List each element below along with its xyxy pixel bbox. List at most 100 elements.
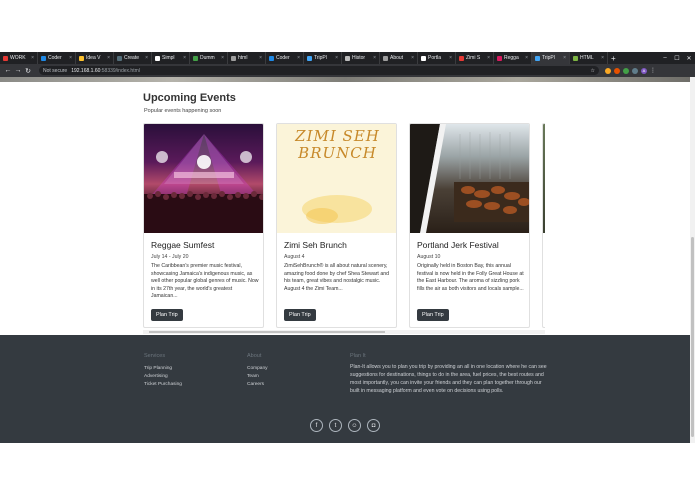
tab-favicon-icon bbox=[459, 55, 464, 61]
forward-icon[interactable]: → bbox=[13, 67, 23, 74]
tab-favicon-icon bbox=[383, 55, 388, 61]
plan-trip-button[interactable]: Plan Trip bbox=[151, 309, 183, 321]
carousel-scroll-thumb[interactable] bbox=[149, 331, 385, 333]
footer-link-advertising[interactable]: Advertising bbox=[144, 374, 168, 379]
browser-tab[interactable]: WORK × bbox=[0, 52, 38, 64]
bottom-whitespace bbox=[0, 443, 695, 494]
footer-link-ticket-purchasing[interactable]: Ticket Purchasing bbox=[144, 382, 182, 387]
browser-tab[interactable]: Create × bbox=[114, 52, 152, 64]
browser-tab[interactable]: About × bbox=[380, 52, 418, 64]
browser-tab-bar: WORK × Coder × Idea V × Create × Simpl × Dumm × html… bbox=[0, 52, 695, 64]
footer: Services Trip Planning Advertising Ticke… bbox=[0, 335, 690, 443]
extension-icon[interactable] bbox=[623, 67, 629, 74]
event-card: Portland Jerk Festival August 10 Origina… bbox=[409, 123, 530, 328]
tab-favicon-icon bbox=[307, 55, 312, 61]
footer-about-title: About bbox=[247, 353, 262, 359]
browser-tab[interactable]: Idea V × bbox=[76, 52, 114, 64]
tab-close-icon[interactable]: × bbox=[485, 55, 490, 61]
tab-favicon-icon bbox=[155, 55, 160, 61]
footer-link-team[interactable]: Team bbox=[247, 374, 259, 379]
browser-tab[interactable]: TripPl × bbox=[532, 52, 570, 64]
browser-menu-icon[interactable]: ⋮ bbox=[650, 67, 656, 74]
browser-tab[interactable]: Coder × bbox=[38, 52, 76, 64]
browser-tab[interactable]: Simpl × bbox=[152, 52, 190, 64]
tab-label: Portla bbox=[428, 55, 442, 61]
tab-label: TripPl bbox=[314, 55, 327, 61]
browser-tab[interactable]: Zimi S × bbox=[456, 52, 494, 64]
footer-link-trip-planning[interactable]: Trip Planning bbox=[144, 366, 172, 371]
event-card-partial bbox=[542, 123, 545, 328]
tab-close-icon[interactable]: × bbox=[105, 55, 110, 61]
tab-close-icon[interactable]: × bbox=[181, 55, 186, 61]
browser-tab[interactable]: Dumm × bbox=[190, 52, 228, 64]
tab-close-icon[interactable]: × bbox=[523, 55, 528, 61]
tab-close-icon[interactable]: × bbox=[561, 55, 566, 61]
footer-services-title: Services bbox=[144, 353, 166, 359]
event-image-jerk bbox=[410, 124, 529, 233]
tab-close-icon[interactable]: × bbox=[371, 55, 376, 61]
tab-close-icon[interactable]: × bbox=[67, 55, 72, 61]
tab-label: Regga bbox=[504, 55, 519, 61]
twitter-icon[interactable]: t bbox=[329, 419, 342, 432]
page-scroll-thumb[interactable] bbox=[691, 237, 694, 437]
plan-trip-button[interactable]: Plan Trip bbox=[417, 309, 449, 321]
carousel-scrollbar[interactable] bbox=[143, 330, 545, 334]
event-description: The Caribbean's premier music festival, … bbox=[151, 263, 259, 299]
event-description: Originally held in Boston Bay, this annu… bbox=[417, 263, 524, 292]
reload-icon[interactable]: ↻ bbox=[23, 67, 33, 75]
tab-label: html bbox=[238, 55, 248, 61]
tab-close-icon[interactable]: × bbox=[257, 55, 262, 61]
browser-tab[interactable]: Coder × bbox=[266, 52, 304, 64]
browser-tab[interactable]: html × bbox=[228, 52, 266, 64]
event-title: Reggae Sumfest bbox=[151, 240, 215, 250]
url-host: 192.168.1.60 bbox=[71, 67, 101, 74]
tab-label: Simpl bbox=[162, 55, 175, 61]
event-image-partial bbox=[543, 124, 545, 233]
extensions: A ⋮ bbox=[605, 67, 656, 74]
snapchat-icon[interactable]: ☺ bbox=[348, 419, 361, 432]
back-icon[interactable]: ← bbox=[3, 67, 13, 74]
extension-icon[interactable] bbox=[614, 67, 620, 74]
event-title: Portland Jerk Festival bbox=[417, 240, 499, 250]
close-window-icon[interactable]: ✕ bbox=[683, 55, 695, 62]
bookmark-star-icon[interactable]: ☆ bbox=[591, 68, 595, 74]
footer-link-careers[interactable]: Careers bbox=[247, 382, 264, 387]
extension-icon[interactable] bbox=[632, 67, 638, 74]
minimize-icon[interactable]: – bbox=[659, 55, 671, 62]
tab-label: HTML bbox=[580, 55, 594, 61]
plan-trip-button[interactable]: Plan Trip bbox=[284, 309, 316, 321]
tab-close-icon[interactable]: × bbox=[219, 55, 224, 61]
page-scrollbar[interactable] bbox=[690, 77, 695, 443]
profile-avatar[interactable]: A bbox=[641, 67, 647, 74]
tab-favicon-icon bbox=[345, 55, 350, 61]
tab-label: Idea V bbox=[86, 55, 101, 61]
tab-close-icon[interactable]: × bbox=[447, 55, 452, 61]
footer-link-company[interactable]: Company bbox=[247, 366, 268, 371]
tab-close-icon[interactable]: × bbox=[599, 55, 604, 61]
browser-tab[interactable]: TripPl × bbox=[304, 52, 342, 64]
events-subtitle: Popular events happening soon bbox=[144, 108, 222, 114]
extension-icon[interactable] bbox=[605, 67, 611, 74]
browser-tab[interactable]: Regga × bbox=[494, 52, 532, 64]
browser-tab[interactable]: Histor × bbox=[342, 52, 380, 64]
instagram-icon[interactable]: ◘ bbox=[367, 419, 380, 432]
new-tab-button[interactable]: + bbox=[608, 54, 619, 63]
tab-close-icon[interactable]: × bbox=[409, 55, 414, 61]
tab-close-icon[interactable]: × bbox=[143, 55, 148, 61]
window-controls: – ☐ ✕ bbox=[659, 55, 695, 62]
event-date: August 10 bbox=[417, 254, 441, 260]
hero-image-bottom bbox=[0, 77, 690, 82]
maximize-icon[interactable]: ☐ bbox=[671, 55, 683, 62]
tab-close-icon[interactable]: × bbox=[295, 55, 300, 61]
address-bar[interactable]: Not secure 192.168.1.60:58339/index.html… bbox=[39, 66, 599, 75]
browser-tab[interactable]: Portla × bbox=[418, 52, 456, 64]
tab-favicon-icon bbox=[3, 55, 8, 61]
events-carousel[interactable]: Reggae Sumfest July 14 - July 20 The Car… bbox=[143, 123, 545, 331]
browser-tab[interactable]: HTML × bbox=[570, 52, 608, 64]
facebook-icon[interactable]: f bbox=[310, 419, 323, 432]
event-card: Reggae Sumfest July 14 - July 20 The Car… bbox=[143, 123, 264, 328]
security-indicator[interactable]: Not secure bbox=[43, 68, 67, 74]
tab-close-icon[interactable]: × bbox=[29, 55, 34, 61]
web-page: Upcoming Events Popular events happening… bbox=[0, 77, 695, 443]
tab-close-icon[interactable]: × bbox=[333, 55, 338, 61]
